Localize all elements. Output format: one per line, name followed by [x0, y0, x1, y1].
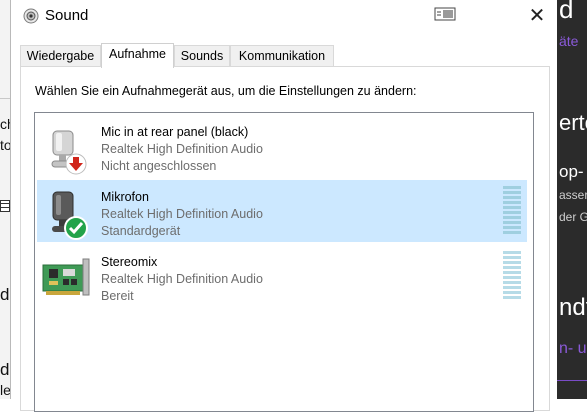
tab-aufnahme[interactable]: Aufnahme [101, 43, 174, 68]
device-status: Nicht angeschlossen [101, 159, 217, 173]
device-name: Stereomix [101, 255, 158, 269]
bg-fragment: op- [559, 162, 584, 181]
bg-fragment: d [559, 0, 574, 24]
device-name: Mic in at rear panel (black) [101, 125, 249, 139]
device-list[interactable]: Mic in at rear panel (black) Realtek Hig… [34, 112, 534, 412]
bg-divider [557, 380, 587, 381]
device-item[interactable]: Mic in at rear panel (black) Realtek Hig… [37, 115, 527, 177]
tab-wiedergabe[interactable]: Wiedergabe [20, 45, 101, 67]
bg-fragment: asser [559, 188, 587, 202]
tab-kommunikation[interactable]: Kommunikation [230, 45, 334, 67]
bg-fragment: äte [559, 33, 579, 49]
device-status: Bereit [101, 289, 134, 303]
microphone-default-icon [52, 191, 88, 240]
device-status: Standardgerät [101, 224, 181, 238]
speaker-icon [23, 8, 39, 24]
close-button[interactable]: ✕ [521, 3, 553, 29]
title-bar: Sound ✕ [11, 0, 557, 32]
device-item[interactable]: Stereomix Realtek High Definition Audio … [37, 245, 527, 307]
device-driver: Realtek High Definition Audio [101, 207, 263, 221]
bg-fragment: ndt [559, 294, 587, 321]
microphone-disconnected-icon [51, 130, 87, 175]
bg-fragment: to [0, 137, 10, 153]
sound-dialog: Sound ✕ Wiedergabe Aufnahme Sounds Kommu… [10, 0, 557, 412]
device-driver: Realtek High Definition Audio [101, 272, 263, 286]
level-meter [503, 251, 521, 301]
bg-fragment: d [0, 360, 10, 379]
bg-fragment: n- u [559, 340, 587, 357]
instruction-text: Wählen Sie ein Aufnahmegerät aus, um die… [35, 84, 417, 98]
device-name: Mikrofon [101, 190, 149, 204]
table-icon [0, 200, 10, 212]
device-item-selected[interactable]: Mikrofon Realtek High Definition Audio S… [37, 180, 527, 242]
bg-fragment: le [0, 382, 10, 398]
device-driver: Realtek High Definition Audio [101, 142, 263, 156]
window-mode-icon[interactable] [434, 6, 456, 22]
bg-fragment: ch [0, 116, 10, 132]
background-window-left: ch to d d le [0, 0, 10, 399]
sound-card-icon [42, 258, 90, 296]
tab-sounds[interactable]: Sounds [174, 45, 230, 67]
bg-fragment: d [0, 285, 10, 304]
background-window-right: d äte erte op- asser der G ndt n- u [557, 0, 587, 399]
level-meter [503, 186, 521, 236]
bg-fragment: erte [559, 110, 587, 135]
bg-divider [0, 98, 10, 99]
bg-fragment: der G [559, 210, 587, 224]
window-title: Sound [45, 7, 89, 24]
